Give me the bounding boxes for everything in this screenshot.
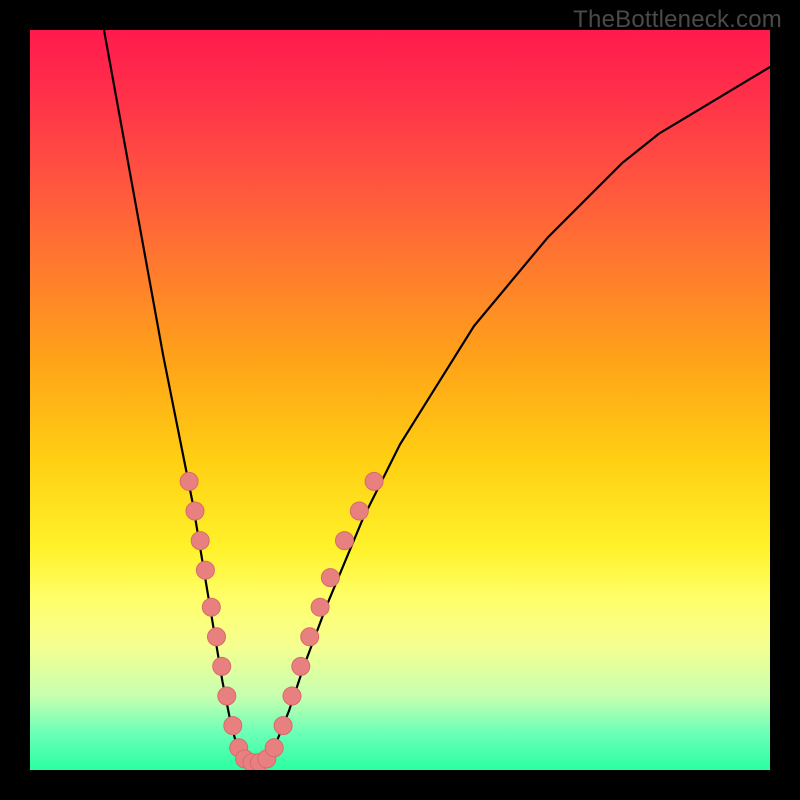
plot-area (30, 30, 770, 770)
chart-frame: TheBottleneck.com (0, 0, 800, 800)
